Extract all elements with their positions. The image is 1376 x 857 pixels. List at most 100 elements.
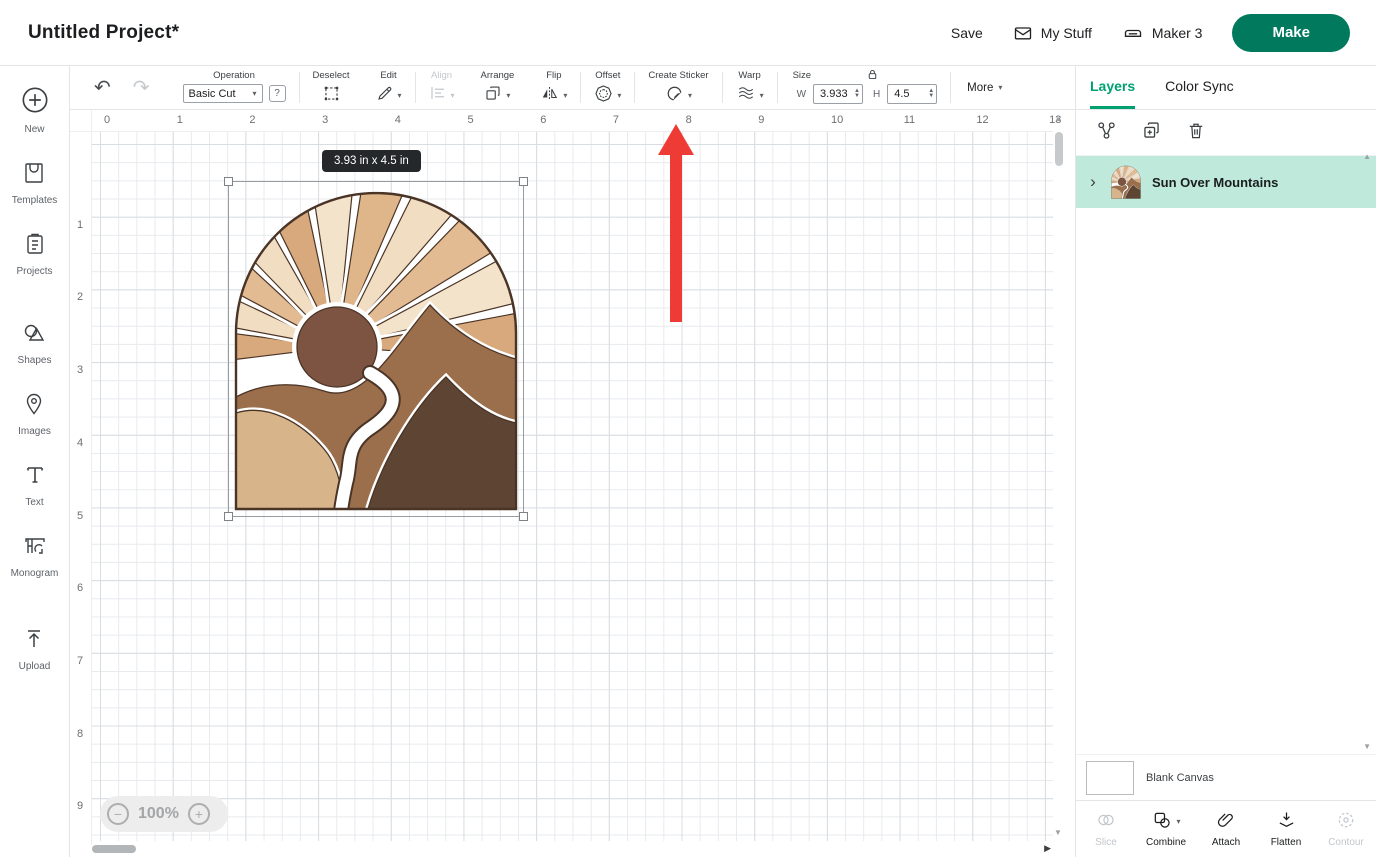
undo-redo-group: ↶ ↷	[70, 66, 170, 109]
panel-scroll-down-icon[interactable]: ▼	[1363, 742, 1371, 751]
size-label: Size	[793, 70, 811, 81]
combine-button[interactable]: ▾ Combine	[1136, 801, 1196, 857]
panel-scroll-up-icon[interactable]: ▲	[1363, 152, 1371, 161]
new-icon	[21, 86, 49, 119]
create-sticker-button[interactable]: Create Sticker ▾	[635, 66, 721, 109]
my-stuff-button[interactable]: My Stuff	[1013, 23, 1092, 43]
vertical-scroll-thumb[interactable]	[1055, 132, 1063, 166]
caret-down-icon: ▾	[563, 92, 567, 100]
align-icon	[429, 84, 447, 107]
caret-down-icon: ▾	[1176, 818, 1180, 826]
combine-icon	[1151, 810, 1173, 833]
sticker-icon	[665, 84, 684, 108]
ruler-number: 7	[613, 114, 619, 126]
caret-down-icon: ▾	[451, 92, 455, 100]
pencil-icon	[376, 84, 394, 107]
flip-button[interactable]: Flip ▾	[527, 66, 580, 109]
deselect-button[interactable]: Deselect	[300, 66, 363, 109]
align-button[interactable]: Align ▾	[416, 66, 468, 109]
operation-value: Basic Cut	[189, 88, 236, 100]
lock-icon[interactable]	[866, 68, 879, 86]
sidebar-item-label: Templates	[12, 195, 58, 206]
width-input[interactable]: 3.933 ▲▼	[813, 84, 863, 104]
edit-button[interactable]: Edit ▾	[363, 66, 415, 109]
contour-button[interactable]: Contour	[1316, 801, 1376, 857]
step-down-icon[interactable]: ▼	[854, 94, 860, 99]
horizontal-scroll-thumb[interactable]	[92, 845, 136, 853]
delete-icon[interactable]	[1186, 120, 1206, 146]
tab-layers[interactable]: Layers	[1090, 66, 1135, 109]
height-stepper[interactable]: ▲▼	[928, 89, 934, 99]
zoom-in-button[interactable]: +	[188, 803, 210, 825]
upload-icon	[22, 627, 46, 656]
duplicate-icon[interactable]	[1141, 120, 1162, 146]
machine-selector[interactable]: Maker 3	[1122, 23, 1203, 43]
width-stepper[interactable]: ▲▼	[854, 89, 860, 99]
sun-over-mountains-artwork[interactable]	[232, 185, 520, 513]
more-button[interactable]: More ▾	[951, 66, 1018, 109]
zoom-out-button[interactable]: −	[107, 803, 129, 825]
my-stuff-label: My Stuff	[1041, 25, 1092, 41]
ruler-number: 12	[976, 114, 988, 126]
ruler-number: 6	[540, 114, 546, 126]
tab-color-sync[interactable]: Color Sync	[1165, 66, 1233, 109]
flip-icon	[540, 84, 559, 107]
slice-button[interactable]: Slice	[1076, 801, 1136, 857]
sidebar-item-upload[interactable]: Upload	[19, 627, 51, 672]
layers-panel: Layers Color Sync ▲ › Sun Over Mountains…	[1075, 66, 1376, 857]
vertical-scrollbar[interactable]: ▲ ▼	[1053, 110, 1065, 843]
caret-down-icon: ▾	[998, 84, 1002, 92]
expand-chevron-icon[interactable]: ›	[1086, 172, 1100, 192]
arrange-label: Arrange	[481, 70, 515, 81]
attach-button[interactable]: Attach	[1196, 801, 1256, 857]
size-group: Size W 3.933 ▲▼ H 4.5 ▲▼	[778, 66, 951, 109]
ruler-number: 7	[77, 655, 83, 667]
blank-canvas-label: Blank Canvas	[1146, 772, 1214, 784]
sidebar-item-monogram[interactable]: Monogram	[11, 534, 59, 579]
step-down-icon[interactable]: ▼	[928, 94, 934, 99]
resize-handle-bottom-right[interactable]	[519, 512, 528, 521]
make-button[interactable]: Make	[1232, 14, 1350, 52]
sidebar-item-shapes[interactable]: Shapes	[18, 321, 52, 366]
undo-button[interactable]: ↶	[94, 78, 111, 98]
design-canvas[interactable]: 012345678910111213 123456789 3.93 in x 4…	[70, 110, 1075, 857]
zoom-level: 100%	[138, 805, 179, 823]
canvas-color-swatch[interactable]	[1086, 761, 1134, 795]
redo-button[interactable]: ↷	[133, 78, 150, 98]
scroll-up-icon[interactable]: ▲	[1054, 114, 1062, 123]
scroll-right-icon[interactable]: ▶	[1044, 843, 1051, 854]
sidebar-item-label: New	[24, 124, 44, 135]
arrange-button[interactable]: Arrange ▾	[468, 66, 528, 109]
sidebar-item-projects[interactable]: Projects	[16, 232, 52, 277]
attach-icon	[1216, 810, 1236, 833]
sidebar-item-text[interactable]: Text	[23, 463, 47, 508]
resize-handle-bottom-left[interactable]	[224, 512, 233, 521]
layer-row-sun-over-mountains[interactable]: › Sun Over Mountains	[1076, 156, 1376, 208]
help-button[interactable]: ?	[269, 85, 286, 102]
warp-button[interactable]: Warp ▾	[723, 66, 777, 109]
group-icon[interactable]	[1096, 120, 1117, 146]
sidebar-item-new[interactable]: New	[21, 86, 49, 135]
sidebar-item-templates[interactable]: Templates	[12, 161, 58, 206]
flatten-label: Flatten	[1271, 837, 1302, 848]
horizontal-scrollbar[interactable]: ▶	[92, 843, 1053, 855]
ruler-number: 8	[77, 728, 83, 740]
offset-button[interactable]: Offset ▾	[581, 66, 634, 109]
my-stuff-icon	[1013, 23, 1033, 43]
flatten-button[interactable]: Flatten	[1256, 801, 1316, 857]
slice-icon	[1095, 810, 1117, 833]
height-value: 4.5	[894, 88, 924, 100]
height-input[interactable]: 4.5 ▲▼	[887, 84, 937, 104]
width-value: 3.933	[820, 88, 850, 100]
operation-select[interactable]: Basic Cut ▾	[183, 84, 263, 103]
templates-icon	[22, 161, 46, 190]
save-button[interactable]: Save	[951, 25, 983, 41]
sidebar-item-images[interactable]: Images	[18, 392, 51, 437]
zoom-in-icon: +	[195, 806, 203, 822]
resize-handle-top-left[interactable]	[224, 177, 233, 186]
scroll-down-icon[interactable]: ▼	[1054, 828, 1062, 837]
caret-down-icon: ▾	[760, 92, 764, 100]
resize-handle-top-right[interactable]	[519, 177, 528, 186]
ruler-number: 2	[77, 291, 83, 303]
align-label: Align	[431, 70, 452, 81]
